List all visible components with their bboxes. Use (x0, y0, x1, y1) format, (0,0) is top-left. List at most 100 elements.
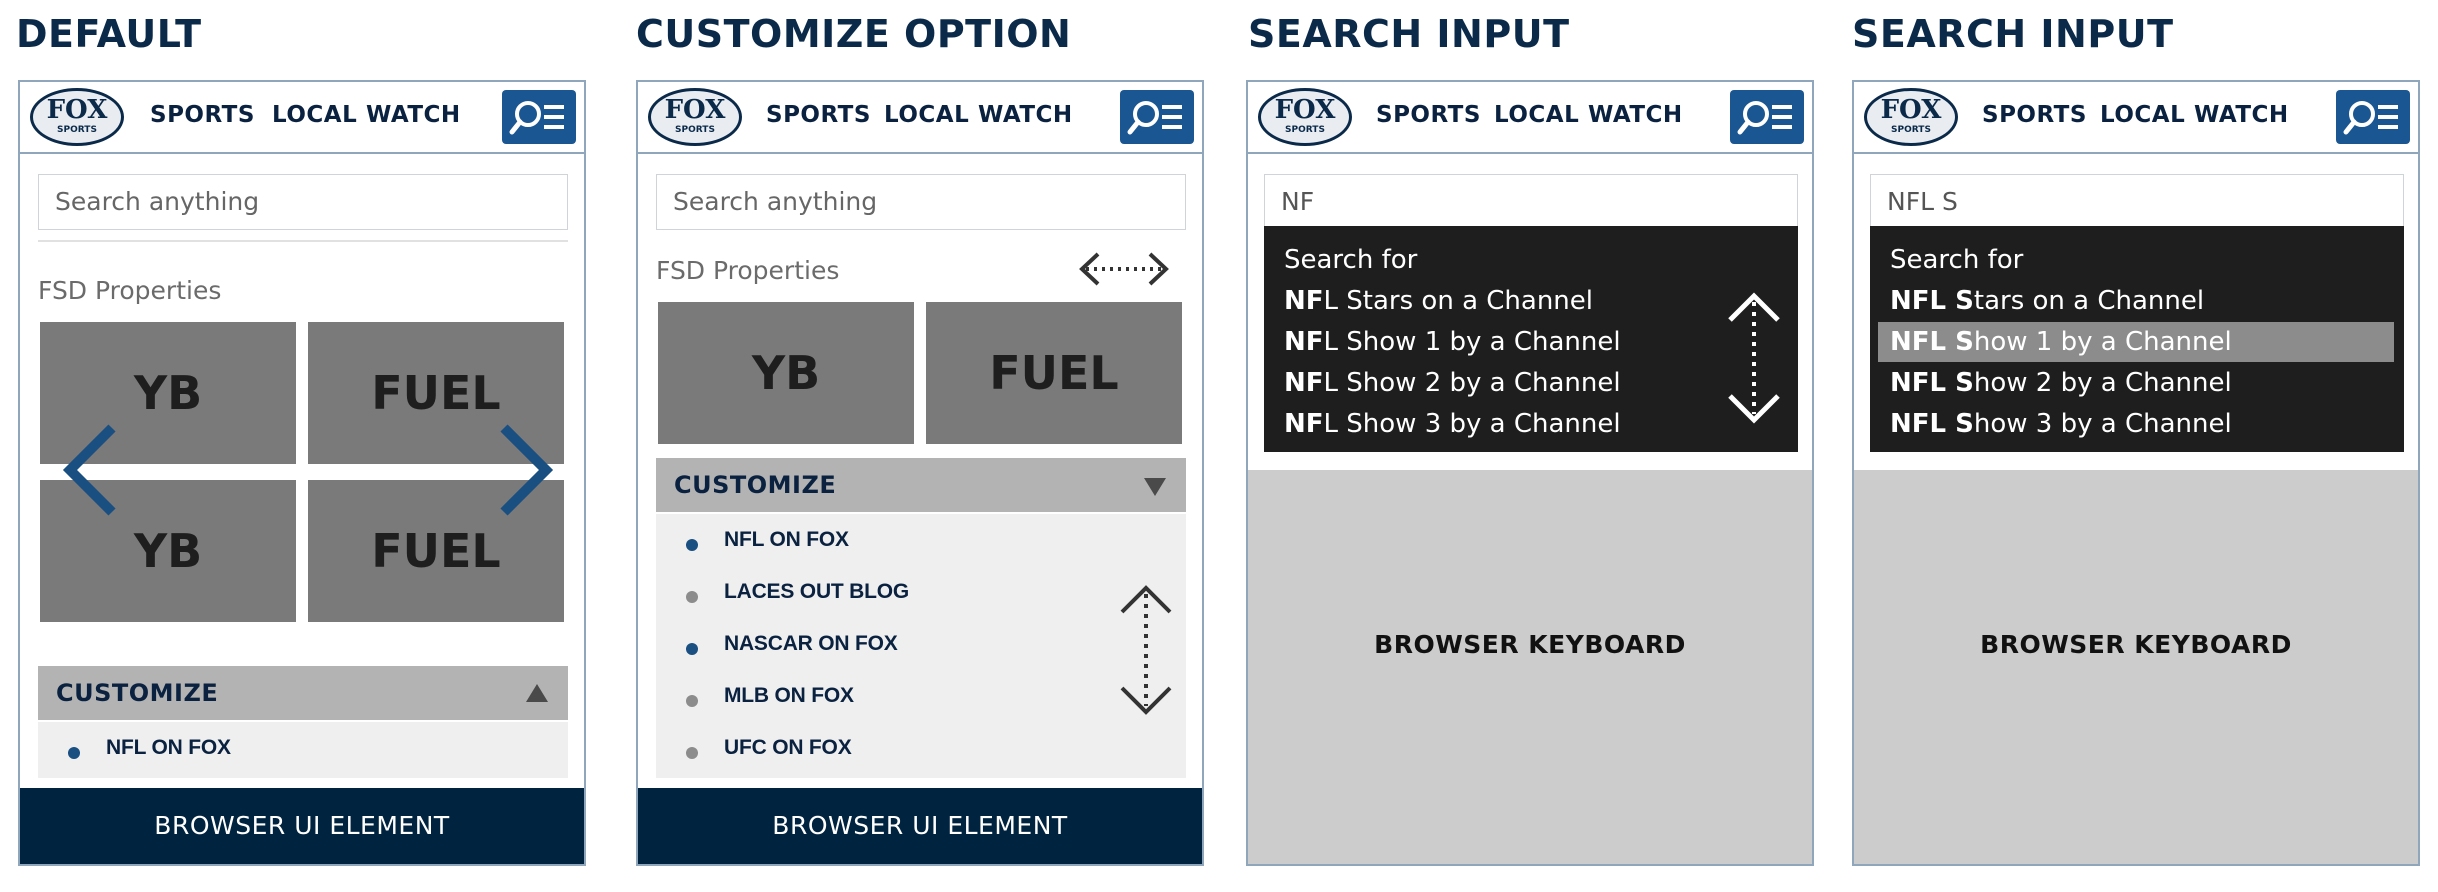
unselected-dot-icon (686, 747, 698, 759)
suggestion-match: NFL S (1890, 409, 1974, 439)
suggestion-rest: how 1 by a Channel (1973, 327, 2232, 357)
phone-default: FOX SPORTS SPORTS LOCAL WATCH Search any… (18, 80, 586, 866)
selected-dot-icon (68, 747, 80, 759)
property-tile-fuel[interactable]: FUEL (926, 302, 1182, 444)
panel-title-search-input-1: SEARCH INPUT (1248, 12, 1570, 56)
nav-link-local[interactable]: LOCAL (272, 102, 357, 128)
fsd-properties-label: FSD Properties (656, 256, 840, 285)
search-input[interactable]: Search anything (38, 174, 568, 230)
suggestion-match: NF (1284, 409, 1324, 439)
search-menu-button[interactable] (1730, 90, 1804, 144)
nav-link-watch[interactable]: WATCH (1588, 102, 1683, 128)
fox-sports-logo[interactable]: FOX SPORTS (648, 88, 742, 146)
logo-subtext: SPORTS (1285, 125, 1325, 135)
selected-dot-icon (686, 643, 698, 655)
search-menu-icon (509, 101, 564, 135)
suggestion-rest: L Stars on a Channel (1323, 286, 1594, 316)
vertical-scroll-arrows-icon (1728, 292, 1780, 424)
customize-bar[interactable]: CUSTOMIZE (656, 458, 1186, 512)
search-menu-button[interactable] (2336, 90, 2410, 144)
search-input[interactable]: NFL S (1870, 174, 2404, 230)
nav-link-sports[interactable]: SPORTS (1982, 102, 2087, 128)
customize-label: CUSTOMIZE (56, 679, 219, 707)
nav-link-sports[interactable]: SPORTS (1376, 102, 1481, 128)
phone-search-input-2: FOX SPORTS SPORTS LOCAL WATCH NFL S Sear… (1852, 80, 2420, 866)
suggestion-match: NF (1284, 327, 1324, 357)
list-item-label: UFC ON FOX (724, 736, 852, 759)
search-menu-button[interactable] (1120, 90, 1194, 144)
horizontal-scroll-arrows-icon (1079, 252, 1169, 286)
search-input[interactable]: Search anything (656, 174, 1186, 230)
nav-link-watch[interactable]: WATCH (2194, 102, 2289, 128)
property-tile-yb[interactable]: YB (658, 302, 914, 444)
customize-label: CUSTOMIZE (674, 471, 837, 499)
customize-bar[interactable]: CUSTOMIZE (38, 666, 568, 720)
suggestion-match: NF (1284, 286, 1324, 316)
customize-list: NFL ON FOX (38, 722, 568, 778)
search-menu-button[interactable] (502, 90, 576, 144)
browser-ui-element: BROWSER UI ELEMENT (638, 788, 1202, 864)
customize-list: NFL ON FOX LACES OUT BLOG NASCAR ON FOX … (656, 514, 1186, 778)
browser-keyboard[interactable]: BROWSER KEYBOARD (1248, 470, 1812, 864)
logo-text: FOX (1880, 95, 1942, 125)
suggestion-rest: L Show 1 by a Channel (1323, 327, 1621, 357)
nav-link-local[interactable]: LOCAL (884, 102, 969, 128)
panel-title-search-input-2: SEARCH INPUT (1852, 12, 2174, 56)
nav-link-watch[interactable]: WATCH (978, 102, 1073, 128)
panel-title-customize-option: CUSTOMIZE OPTION (636, 12, 1072, 56)
triangle-up-icon (526, 684, 548, 702)
list-item-label: LACES OUT BLOG (724, 580, 910, 603)
divider (38, 240, 568, 242)
suggestion-match: NFL S (1890, 286, 1974, 316)
search-suggestion[interactable]: NFL Stars on a Channel (1284, 281, 1593, 321)
suggestion-rest: how 3 by a Channel (1973, 409, 2232, 439)
logo-text: FOX (664, 95, 726, 125)
top-nav: FOX SPORTS SPORTS LOCAL WATCH (1248, 82, 1812, 154)
logo-text: FOX (1274, 95, 1336, 125)
fsd-properties-label: FSD Properties (38, 276, 222, 305)
nav-link-sports[interactable]: SPORTS (150, 102, 255, 128)
nav-link-watch[interactable]: WATCH (366, 102, 461, 128)
fox-sports-logo[interactable]: FOX SPORTS (30, 88, 124, 146)
search-menu-icon (1127, 101, 1182, 135)
nav-link-local[interactable]: LOCAL (2100, 102, 2185, 128)
search-suggestion[interactable]: NFL Show 2 by a Channel (1890, 363, 2232, 403)
unselected-dot-icon (686, 591, 698, 603)
search-for-header: Search for (1284, 245, 1418, 275)
selected-dot-icon (686, 539, 698, 551)
logo-subtext: SPORTS (57, 125, 97, 135)
nav-link-sports[interactable]: SPORTS (766, 102, 871, 128)
list-item-label: NASCAR ON FOX (724, 632, 898, 655)
browser-keyboard[interactable]: BROWSER KEYBOARD (1854, 470, 2418, 864)
search-suggestion[interactable]: NFL Show 3 by a Channel (1890, 404, 2232, 444)
search-suggestion[interactable]: NFL Show 3 by a Channel (1284, 404, 1621, 444)
chevron-left-icon[interactable] (60, 422, 120, 518)
nav-link-local[interactable]: LOCAL (1494, 102, 1579, 128)
fox-sports-logo[interactable]: FOX SPORTS (1864, 88, 1958, 146)
suggestion-rest: L Show 3 by a Channel (1323, 409, 1621, 439)
suggestion-match: NF (1284, 368, 1324, 398)
top-nav: FOX SPORTS SPORTS LOCAL WATCH (20, 82, 584, 154)
browser-ui-element: BROWSER UI ELEMENT (20, 788, 584, 864)
search-suggestion-highlighted[interactable]: NFL Show 1 by a Channel (1878, 322, 2394, 362)
search-suggestions-dropdown: Search for NFL Stars on a Channel NFL Sh… (1870, 226, 2404, 452)
vertical-scroll-arrows-icon (1120, 585, 1172, 715)
keyboard-label: BROWSER KEYBOARD (1980, 630, 2292, 659)
search-input[interactable]: NF (1264, 174, 1798, 230)
search-suggestion[interactable]: NFL Show 1 by a Channel (1284, 322, 1621, 362)
search-suggestions-dropdown: Search for NFL Stars on a Channel NFL Sh… (1264, 226, 1798, 452)
suggestion-rest: tars on a Channel (1973, 286, 2205, 316)
search-suggestion[interactable]: NFL Stars on a Channel (1890, 281, 2204, 321)
keyboard-label: BROWSER KEYBOARD (1374, 630, 1686, 659)
search-suggestion[interactable]: NFL Show 2 by a Channel (1284, 363, 1621, 403)
list-item-label: MLB ON FOX (724, 684, 854, 707)
logo-subtext: SPORTS (675, 125, 715, 135)
fox-sports-logo[interactable]: FOX SPORTS (1258, 88, 1352, 146)
list-item-label: NFL ON FOX (724, 528, 849, 551)
suggestion-match: NFL S (1890, 368, 1974, 398)
search-for-header: Search for (1890, 245, 2024, 275)
top-nav: FOX SPORTS SPORTS LOCAL WATCH (638, 82, 1202, 154)
suggestion-rest: how 2 by a Channel (1973, 368, 2232, 398)
phone-customize-option: FOX SPORTS SPORTS LOCAL WATCH Search any… (636, 80, 1204, 866)
chevron-right-icon[interactable] (496, 422, 556, 518)
